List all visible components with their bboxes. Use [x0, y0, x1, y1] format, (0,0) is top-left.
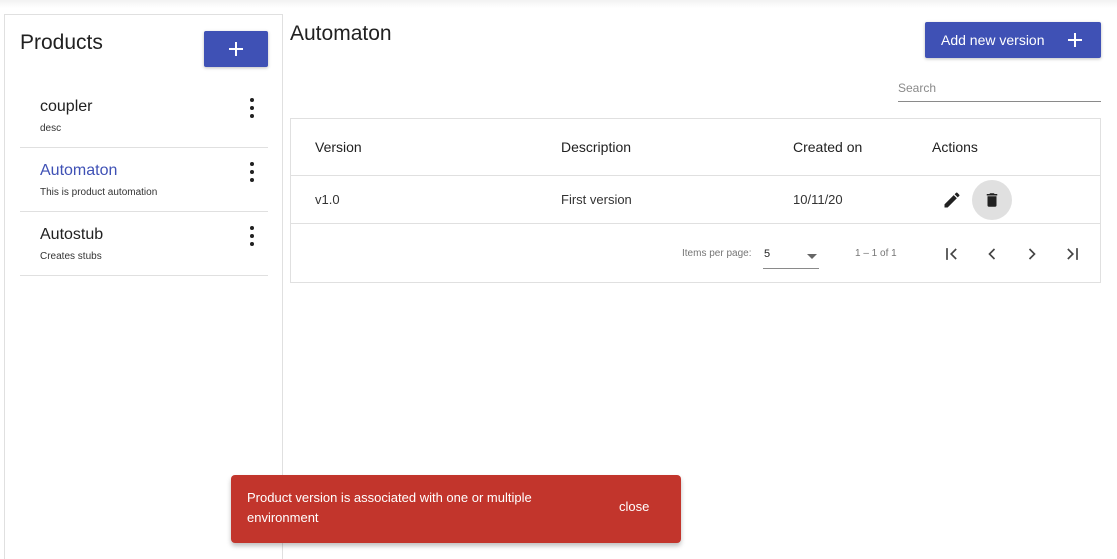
- top-bar: [0, 0, 1117, 8]
- product-item-autostub[interactable]: Autostub Creates stubs: [20, 212, 268, 276]
- product-item-coupler[interactable]: coupler desc: [20, 84, 268, 148]
- trash-icon: [986, 193, 998, 207]
- first-page-button[interactable]: [936, 238, 968, 270]
- header-description[interactable]: Description: [561, 139, 631, 155]
- product-desc: desc: [40, 123, 62, 134]
- add-product-button[interactable]: [204, 31, 268, 67]
- header-created-on[interactable]: Created on: [793, 139, 862, 155]
- product-item-automaton[interactable]: Automaton This is product automation: [20, 148, 268, 212]
- delete-button[interactable]: [972, 180, 1012, 220]
- snackbar-message: Product version is associated with one o…: [247, 490, 532, 525]
- next-page-button[interactable]: [1016, 238, 1048, 270]
- chevron-right-icon: [1028, 248, 1036, 260]
- product-name: Autostub: [40, 226, 104, 243]
- more-vert-icon[interactable]: [244, 162, 260, 182]
- plus-icon: [1068, 33, 1082, 47]
- page-size-value: 5: [764, 248, 771, 260]
- cell-version: v1.0: [315, 192, 340, 207]
- search-field: [898, 76, 1101, 102]
- page-title: Automaton: [290, 22, 392, 45]
- product-desc: Creates stubs: [40, 251, 102, 262]
- error-snackbar: Product version is associated with one o…: [231, 475, 681, 543]
- cell-description: First version: [561, 192, 632, 207]
- table-row: v1.0 First version 10/11/20: [291, 176, 1100, 224]
- table-header: Version Description Created on Actions: [291, 119, 1100, 176]
- versions-table: Version Description Created on Actions v…: [290, 118, 1101, 283]
- last-page-button[interactable]: [1056, 238, 1088, 270]
- search-input[interactable]: [898, 76, 1101, 100]
- product-name: Automaton: [40, 162, 118, 179]
- more-vert-icon[interactable]: [244, 98, 260, 118]
- chevron-left-icon: [988, 248, 996, 260]
- dropdown-arrow-icon: [807, 254, 817, 259]
- more-vert-icon[interactable]: [244, 226, 260, 246]
- product-list: coupler desc Automaton This is product a…: [20, 84, 268, 276]
- last-page-icon: [1067, 248, 1078, 260]
- first-page-icon: [946, 248, 957, 260]
- page-size-select[interactable]: 5: [763, 243, 819, 269]
- previous-page-button[interactable]: [976, 238, 1008, 270]
- pencil-icon: [944, 192, 960, 208]
- add-version-button[interactable]: Add new version: [925, 22, 1101, 58]
- product-name: coupler: [40, 98, 93, 115]
- header-version[interactable]: Version: [315, 139, 362, 155]
- edit-button[interactable]: [932, 180, 972, 220]
- items-per-page-label: Items per page:: [682, 248, 752, 259]
- sidebar-title: Products: [20, 31, 103, 54]
- range-label: 1 – 1 of 1: [855, 248, 897, 259]
- product-desc: This is product automation: [40, 187, 158, 198]
- plus-icon: [229, 42, 243, 56]
- add-version-label: Add new version: [941, 32, 1045, 48]
- paginator: Items per page: 5 1 – 1 of 1: [291, 224, 1100, 282]
- cell-created-on: 10/11/20: [793, 192, 843, 207]
- snackbar-close-button[interactable]: close: [619, 499, 649, 514]
- header-actions: Actions: [932, 139, 978, 155]
